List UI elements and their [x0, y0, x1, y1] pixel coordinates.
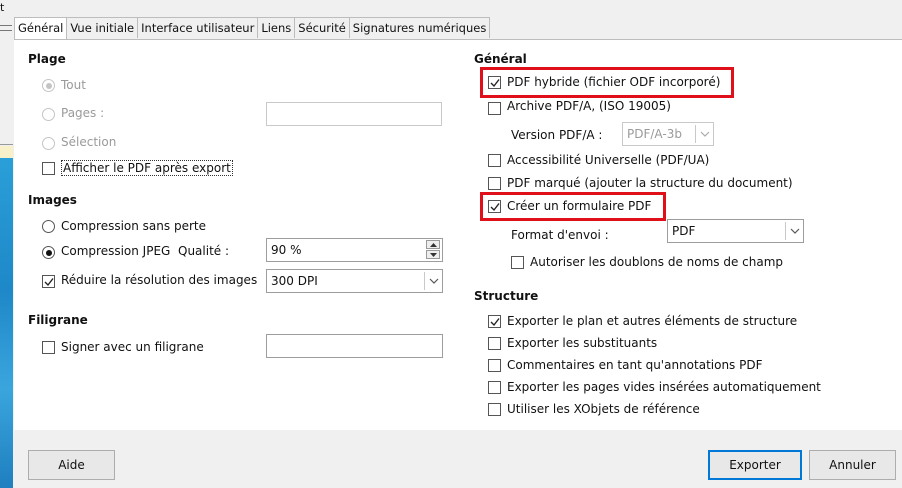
plage-heading: Plage: [28, 52, 66, 66]
accessibilite-checkbox[interactable]: [488, 154, 501, 167]
pages-vides-label: Exporter les pages vides insérées automa…: [507, 380, 821, 394]
qualite-value: 90 %: [271, 243, 302, 257]
exporter-plan-label: Exporter le plan et autres éléments de s…: [507, 314, 798, 328]
checkmark-icon: [490, 79, 500, 88]
radio-selection[interactable]: [42, 137, 55, 150]
commentaires-label: Commentaires en tant qu'annotations PDF: [507, 358, 763, 372]
xobjets-checkbox[interactable]: [488, 403, 501, 416]
filigrane-heading: Filigrane: [28, 313, 88, 327]
tab-signatures-numeriques[interactable]: Signatures numériques: [348, 17, 491, 38]
archive-pdfa-checkbox[interactable]: [488, 102, 501, 115]
autoriser-doublons-checkbox[interactable]: [511, 256, 524, 269]
tab-liens[interactable]: Liens: [257, 17, 296, 38]
structure-heading: Structure: [474, 289, 539, 303]
exporter-substituants-label: Exporter les substituants: [507, 336, 658, 350]
background-window-text: t: [0, 1, 5, 14]
resolution-value: 300 DPI: [271, 274, 318, 288]
qualite-spinbox[interactable]: 90 %: [266, 238, 443, 262]
radio-pages[interactable]: [42, 108, 55, 121]
checkmark-icon: [490, 203, 500, 212]
filigrane-input[interactable]: [266, 334, 443, 358]
pdf-marque-checkbox[interactable]: [488, 177, 501, 190]
format-envoi-value: PDF: [672, 224, 696, 238]
pages-vides-checkbox[interactable]: [488, 381, 501, 394]
resolution-dropdown[interactable]: 300 DPI: [266, 269, 443, 293]
afficher-pdf-checkbox[interactable]: [42, 162, 55, 175]
annuler-button[interactable]: Annuler: [809, 450, 896, 480]
accessibilite-label: Accessibilité Universelle (PDF/UA): [507, 153, 710, 167]
checkmark-icon: [490, 318, 500, 327]
radio-pages-label: Pages :: [61, 106, 105, 120]
pdf-hybride-label: PDF hybride (fichier ODF incorporé): [507, 75, 721, 89]
general-heading: Général: [474, 52, 527, 66]
xobjets-label: Utiliser les XObjets de référence: [507, 402, 700, 416]
autoriser-doublons-label: Autoriser les doublons de noms de champ: [530, 255, 784, 269]
creer-formulaire-checkbox[interactable]: [488, 200, 501, 213]
format-envoi-label: Format d'envoi :: [511, 228, 609, 242]
checkmark-icon: [44, 278, 54, 287]
chevron-down-icon[interactable]: [695, 125, 713, 143]
afficher-pdf-label: Afficher le PDF après export: [61, 160, 233, 176]
radio-selection-label: Sélection: [61, 135, 117, 149]
background-window-strip: t: [0, 0, 14, 488]
format-envoi-dropdown[interactable]: PDF: [667, 219, 804, 243]
radio-tout[interactable]: [42, 79, 55, 92]
images-heading: Images: [28, 193, 77, 207]
radio-compression-jpeg-label: Compression JPEG: [61, 244, 171, 258]
exporter-substituants-checkbox[interactable]: [488, 337, 501, 350]
chevron-down-icon[interactable]: [424, 272, 442, 290]
version-pdfa-dropdown[interactable]: PDF/A-3b: [622, 122, 714, 146]
tab-interface-utilisateur[interactable]: Interface utilisateur: [137, 17, 259, 38]
tab-general[interactable]: Général: [14, 17, 68, 40]
pdf-hybride-checkbox[interactable]: [488, 76, 501, 89]
aide-button[interactable]: Aide: [28, 450, 115, 480]
creer-formulaire-label: Créer un formulaire PDF: [507, 199, 652, 213]
archive-pdfa-label: Archive PDF/A, (ISO 19005): [507, 99, 671, 113]
spin-up-icon[interactable]: [426, 240, 440, 249]
reduire-resolution-label: Réduire la résolution des images: [61, 273, 258, 287]
exporter-plan-checkbox[interactable]: [488, 315, 501, 328]
version-pdfa-value: PDF/A-3b: [627, 127, 682, 141]
pages-input[interactable]: [266, 102, 442, 126]
version-pdfa-label: Version PDF/A :: [511, 128, 603, 142]
qualite-label: Qualité :: [178, 244, 230, 258]
pdf-marque-label: PDF marqué (ajouter la structure du docu…: [507, 176, 793, 190]
tab-vue-initiale[interactable]: Vue initiale: [66, 17, 139, 38]
chevron-down-icon[interactable]: [785, 222, 803, 240]
reduire-resolution-checkbox[interactable]: [42, 275, 55, 288]
tab-securite[interactable]: Sécurité: [294, 17, 350, 38]
exporter-button[interactable]: Exporter: [708, 450, 802, 480]
tab-bar: Général Vue initiale Interface utilisate…: [14, 17, 491, 40]
qualite-spinner[interactable]: [426, 240, 440, 260]
radio-compression-jpeg[interactable]: [42, 246, 55, 259]
radio-tout-label: Tout: [61, 78, 86, 92]
radio-compression-sans-perte[interactable]: [42, 220, 55, 233]
radio-compression-sans-perte-label: Compression sans perte: [61, 219, 206, 233]
signer-filigrane-checkbox[interactable]: [42, 341, 55, 354]
signer-filigrane-label: Signer avec un filigrane: [61, 340, 204, 354]
commentaires-checkbox[interactable]: [488, 359, 501, 372]
spin-down-icon[interactable]: [426, 250, 440, 259]
